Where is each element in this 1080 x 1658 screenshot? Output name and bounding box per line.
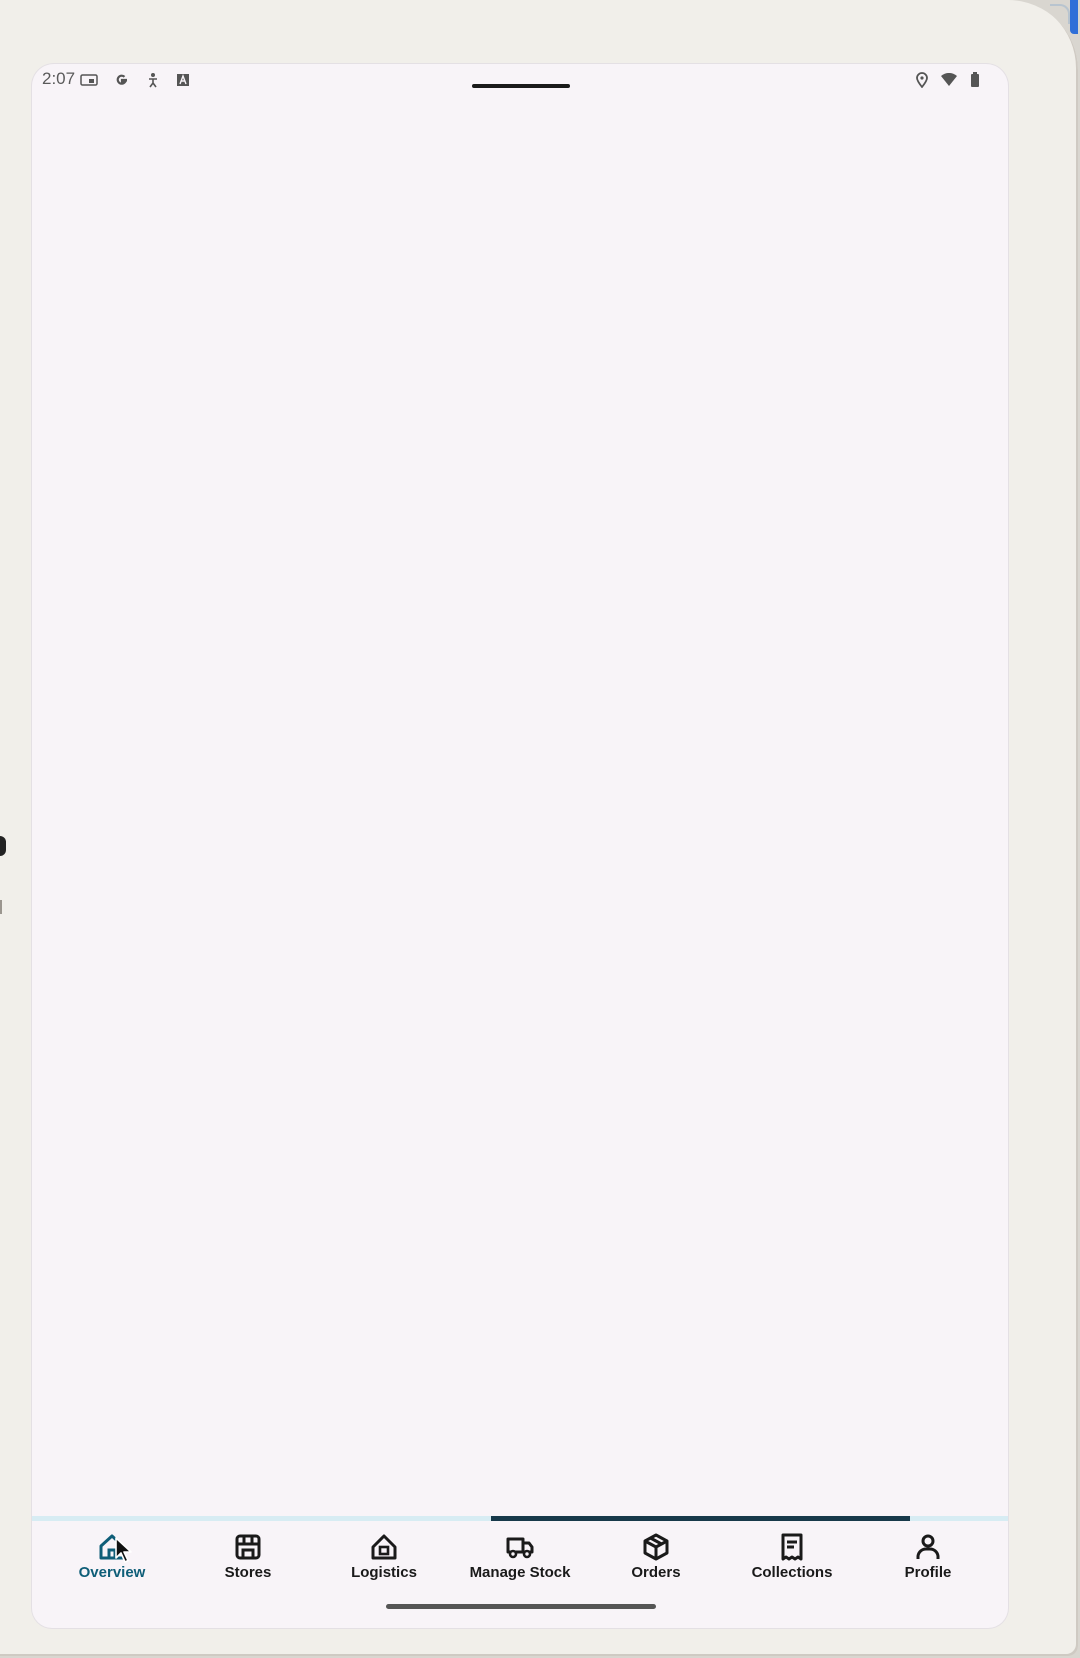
nav-item-stores[interactable]: Stores: [180, 1524, 316, 1594]
loading-progress-fill: [490, 1516, 911, 1521]
window-corner-accent: [1070, 0, 1078, 34]
battery-icon: [970, 72, 980, 91]
mouse-cursor-icon: [115, 1537, 132, 1563]
logistics-icon: [371, 1534, 397, 1560]
main-content-area: [32, 98, 1008, 1578]
nav-item-orders[interactable]: Orders: [588, 1524, 724, 1594]
receipt-icon: [781, 1533, 803, 1561]
location-icon: [916, 72, 928, 91]
nav-label-collections: Collections: [751, 1564, 833, 1581]
loading-progress-bar: [32, 1516, 1008, 1521]
side-button: [0, 900, 2, 914]
nav-item-collections[interactable]: Collections: [724, 1524, 860, 1594]
package-icon: [643, 1533, 669, 1561]
app-screen: 2:07 Overview Stores Logistics Manage St…: [32, 64, 1008, 1628]
gesture-home-bar[interactable]: [386, 1604, 656, 1609]
bottom-navigation: Overview Stores Logistics Manage Stock O…: [32, 1524, 1008, 1594]
top-handle-pill: [472, 84, 570, 88]
status-time: 2:07: [42, 69, 76, 88]
nav-label-stores: Stores: [224, 1564, 272, 1581]
nav-item-profile[interactable]: Profile: [860, 1524, 996, 1594]
window-corner-frame: [1050, 4, 1070, 24]
status-icons-right: [916, 72, 980, 91]
keyboard-icon: [176, 73, 190, 90]
nav-label-overview: Overview: [78, 1564, 146, 1581]
side-camera-dot: [0, 836, 6, 856]
nav-label-profile: Profile: [904, 1564, 952, 1581]
nav-item-logistics[interactable]: Logistics: [316, 1524, 452, 1594]
truck-icon: [506, 1537, 534, 1559]
nav-label-orders: Orders: [631, 1564, 681, 1581]
nav-item-manage-stock[interactable]: Manage Stock: [452, 1524, 588, 1594]
accessibility-icon: [146, 72, 160, 91]
status-bar: 2:07: [32, 64, 1008, 98]
nav-item-overview[interactable]: Overview: [44, 1524, 180, 1594]
tablet-frame: 2:07 Overview Stores Logistics Manage St…: [0, 0, 1078, 1656]
person-icon: [916, 1534, 940, 1559]
wifi-icon: [940, 72, 958, 90]
google-icon: [114, 72, 130, 91]
nav-label-manage-stock: Manage Stock: [469, 1564, 571, 1581]
nav-label-logistics: Logistics: [351, 1564, 417, 1581]
status-icons-left: [80, 72, 190, 91]
cast-icon: [80, 73, 98, 90]
store-icon: [235, 1534, 261, 1560]
